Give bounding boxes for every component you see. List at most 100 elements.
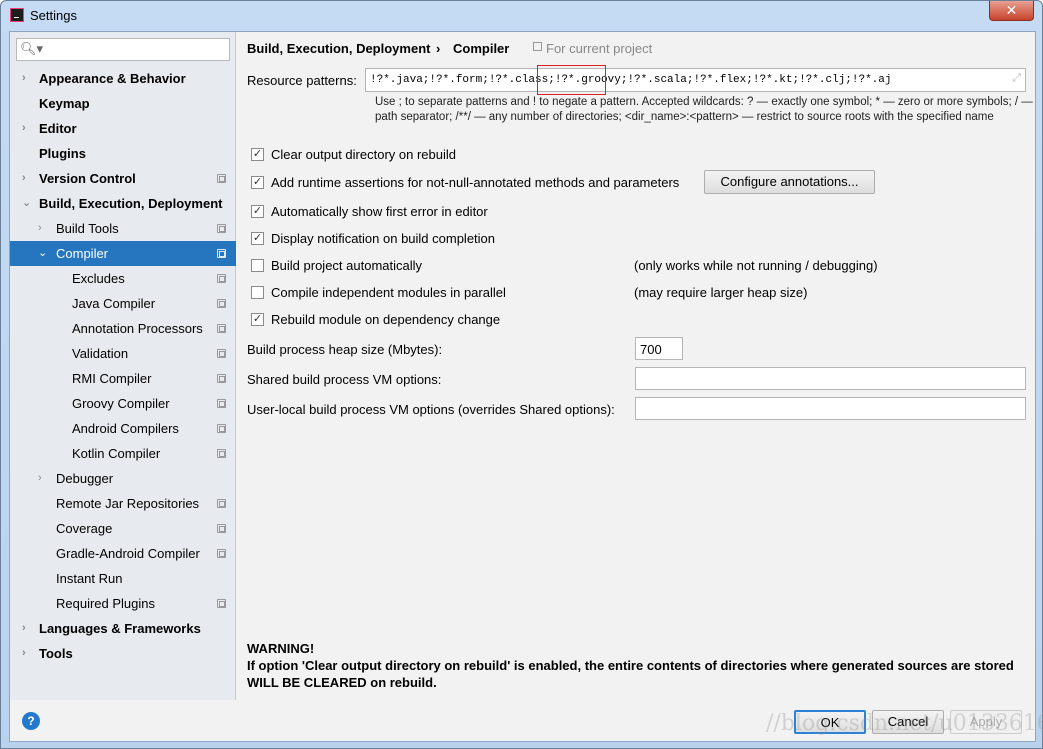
sidebar-item-plugins[interactable]: Plugins <box>10 141 236 166</box>
option-label[interactable]: Build project automatically <box>271 258 422 273</box>
sidebar-item-label: Android Compilers <box>72 421 179 436</box>
sidebar-item-appearance-behavior[interactable]: › Appearance & Behavior <box>10 66 236 91</box>
patterns-hint: Use ; to separate patterns and ! to nega… <box>375 96 1033 123</box>
chevron-right-icon[interactable]: › <box>22 616 26 641</box>
sidebar-item-editor[interactable]: › Editor <box>10 116 236 141</box>
chevron-right-icon[interactable]: › <box>22 166 26 191</box>
sidebar-item-compiler[interactable]: ⌄ Compiler <box>10 241 236 266</box>
option-label[interactable]: Compile independent modules in parallel <box>271 285 506 300</box>
sidebar-item-validation[interactable]: Validation <box>10 341 236 366</box>
option-label[interactable]: Add runtime assertions for not-null-anno… <box>271 175 679 190</box>
sidebar-item-label: RMI Compiler <box>72 371 152 386</box>
sidebar-item-kotlin-compiler[interactable]: Kotlin Compiler <box>10 441 236 466</box>
checkbox[interactable] <box>251 286 264 299</box>
project-scope-icon <box>217 599 226 608</box>
chevron-right-icon[interactable]: › <box>22 641 26 666</box>
settings-window: Settings ✕ 🔍︎▾ › Appearance & Behavior Key… <box>0 0 1043 749</box>
settings-tree: 🔍︎▾ › Appearance & Behavior Keymap › Editor P… <box>10 32 236 700</box>
chevron-down-icon[interactable]: ⌄ <box>22 191 31 216</box>
project-scope-icon <box>217 499 226 508</box>
window-title: Settings <box>30 8 77 23</box>
sidebar-item-label: Remote Jar Repositories <box>56 496 200 511</box>
sidebar-item-label: Coverage <box>56 521 113 536</box>
sidebar-item-instant-run[interactable]: Instant Run <box>10 566 236 591</box>
project-scope-icon <box>217 174 226 183</box>
heap-size-value: 700 <box>640 342 662 357</box>
option-label[interactable]: Display notification on build completion <box>271 231 495 246</box>
configure-annotations-button[interactable]: Configure annotations... <box>704 170 875 194</box>
close-button[interactable]: ✕ <box>989 1 1034 21</box>
help-button[interactable]: ? <box>22 712 40 730</box>
sidebar-item-version-control[interactable]: › Version Control <box>10 166 236 191</box>
chevron-right-icon[interactable]: › <box>38 466 42 491</box>
sidebar-item-label: Validation <box>72 346 129 361</box>
project-scope-icon <box>217 274 226 283</box>
heap-size-label: Build process heap size (Mbytes): <box>247 342 443 357</box>
sidebar-item-remote-jar-repositories[interactable]: Remote Jar Repositories <box>10 491 236 516</box>
sidebar-item-languages-frameworks[interactable]: › Languages & Frameworks <box>10 616 236 641</box>
search-input[interactable]: 🔍︎▾ <box>16 38 230 61</box>
breadcrumb-separator: › <box>436 41 441 56</box>
user-vm-options-input[interactable] <box>635 397 1026 420</box>
checkbox[interactable]: ✓ <box>251 176 264 189</box>
sidebar-item-label: Build, Execution, Deployment <box>39 196 223 211</box>
sidebar-item-build-execution-deployment[interactable]: ⌄ Build, Execution, Deployment <box>10 191 236 216</box>
option-label[interactable]: Clear output directory on rebuild <box>271 147 456 162</box>
project-scope-icon <box>533 42 542 51</box>
dialog-body: 🔍︎▾ › Appearance & Behavior Keymap › Editor P… <box>9 31 1036 742</box>
checkbox[interactable]: ✓ <box>251 205 264 218</box>
project-scope-icon <box>217 524 226 533</box>
warning-text-2: WILL BE CLEARED on rebuild. <box>247 675 437 690</box>
sidebar-item-android-compilers[interactable]: Android Compilers <box>10 416 236 441</box>
project-scope-icon <box>217 349 226 358</box>
sidebar-item-groovy-compiler[interactable]: Groovy Compiler <box>10 391 236 416</box>
sidebar-item-label: Gradle-Android Compiler <box>56 546 200 561</box>
user-vm-options-label: User-local build process VM options (ove… <box>247 402 615 417</box>
resource-patterns-value: !?*.java;!?*.form;!?*.class;!?*.groovy;!… <box>370 74 892 86</box>
checkbox[interactable]: ✓ <box>251 148 264 161</box>
sidebar-item-build-tools[interactable]: › Build Tools <box>10 216 236 241</box>
chevron-right-icon[interactable]: › <box>22 66 26 91</box>
sidebar-item-coverage[interactable]: Coverage <box>10 516 236 541</box>
expand-icon[interactable]: ⤢ <box>1012 72 1021 85</box>
sidebar-item-label: Required Plugins <box>56 596 156 611</box>
resource-patterns-label: Resource patterns: <box>247 73 357 88</box>
checkbox[interactable]: ✓ <box>251 232 264 245</box>
checkbox[interactable]: ✓ <box>251 313 264 326</box>
checkbox[interactable] <box>251 259 264 272</box>
sidebar-item-tools[interactable]: › Tools <box>10 641 236 666</box>
sidebar-item-label: Editor <box>39 121 77 136</box>
project-scope-icon <box>217 374 226 383</box>
option-label[interactable]: Automatically show first error in editor <box>271 204 488 219</box>
chevron-right-icon[interactable]: › <box>38 216 42 241</box>
shared-vm-options-input[interactable] <box>635 367 1026 390</box>
option-note: (may require larger heap size) <box>634 285 808 300</box>
breadcrumb-current: Compiler <box>453 41 510 56</box>
option-label[interactable]: Rebuild module on dependency change <box>271 312 500 327</box>
sidebar-item-required-plugins[interactable]: Required Plugins <box>10 591 236 616</box>
sidebar-item-gradle-android-compiler[interactable]: Gradle-Android Compiler <box>10 541 236 566</box>
sidebar-item-label: Kotlin Compiler <box>72 446 161 461</box>
sidebar-item-annotation-processors[interactable]: Annotation Processors <box>10 316 236 341</box>
sidebar-item-keymap[interactable]: Keymap <box>10 91 236 116</box>
chevron-down-icon[interactable]: ⌄ <box>38 241 47 266</box>
project-scope-icon <box>217 424 226 433</box>
sidebar-item-java-compiler[interactable]: Java Compiler <box>10 291 236 316</box>
sidebar-item-label: Appearance & Behavior <box>39 71 186 86</box>
sidebar-item-excludes[interactable]: Excludes <box>10 266 236 291</box>
resource-patterns-input[interactable]: !?*.java;!?*.form;!?*.class;!?*.groovy;!… <box>365 65 1026 95</box>
sidebar-item-debugger[interactable]: › Debugger <box>10 466 236 491</box>
project-scope-icon <box>217 399 226 408</box>
chevron-right-icon[interactable]: › <box>22 116 26 141</box>
project-scope-icon <box>217 549 226 558</box>
sidebar-item-label: Excludes <box>72 271 125 286</box>
sidebar-item-label: Tools <box>39 646 73 661</box>
search-icon: 🔍︎▾ <box>20 41 44 56</box>
heap-size-input[interactable]: 700 <box>635 337 683 360</box>
sidebar-item-label: Java Compiler <box>72 296 156 311</box>
title-bar: Settings ✕ <box>1 1 1042 31</box>
intellij-app-icon <box>10 8 24 22</box>
sidebar-item-rmi-compiler[interactable]: RMI Compiler <box>10 366 236 391</box>
project-scope-icon <box>217 299 226 308</box>
sidebar-item-label: Groovy Compiler <box>72 396 170 411</box>
